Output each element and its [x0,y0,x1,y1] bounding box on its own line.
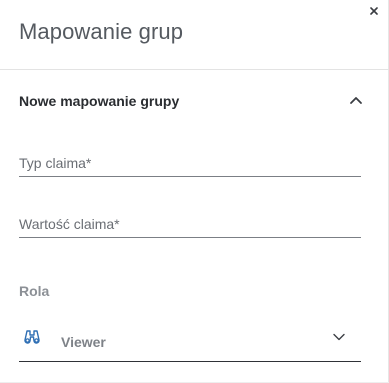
panel-title: Nowe mapowanie grupy [19,93,180,109]
claim-type-label: Typ claima* [19,155,92,171]
chevron-up-icon[interactable] [349,95,363,105]
claim-type-field[interactable]: Typ claima* [19,155,361,179]
dialog-title: Mapowanie grup [19,19,184,44]
chevron-down-icon[interactable] [333,333,345,341]
role-select[interactable]: Viewer [19,322,361,362]
role-selected-value: Viewer [61,334,106,350]
claim-value-underline [19,237,361,238]
new-mapping-panel: Nowe mapowanie grupy Typ claima* Wartość… [0,70,388,383]
binoculars-icon [24,330,40,344]
close-icon [370,7,378,15]
role-label: Rola [19,283,50,299]
claim-type-underline [19,176,361,177]
role-select-underline [19,361,361,362]
group-mapping-dialog: Mapowanie grup Nowe mapowanie grupy Typ … [0,0,389,383]
claim-value-label: Wartość claima* [19,216,120,232]
claim-value-field[interactable]: Wartość claima* [19,216,361,240]
close-button[interactable] [366,3,382,19]
